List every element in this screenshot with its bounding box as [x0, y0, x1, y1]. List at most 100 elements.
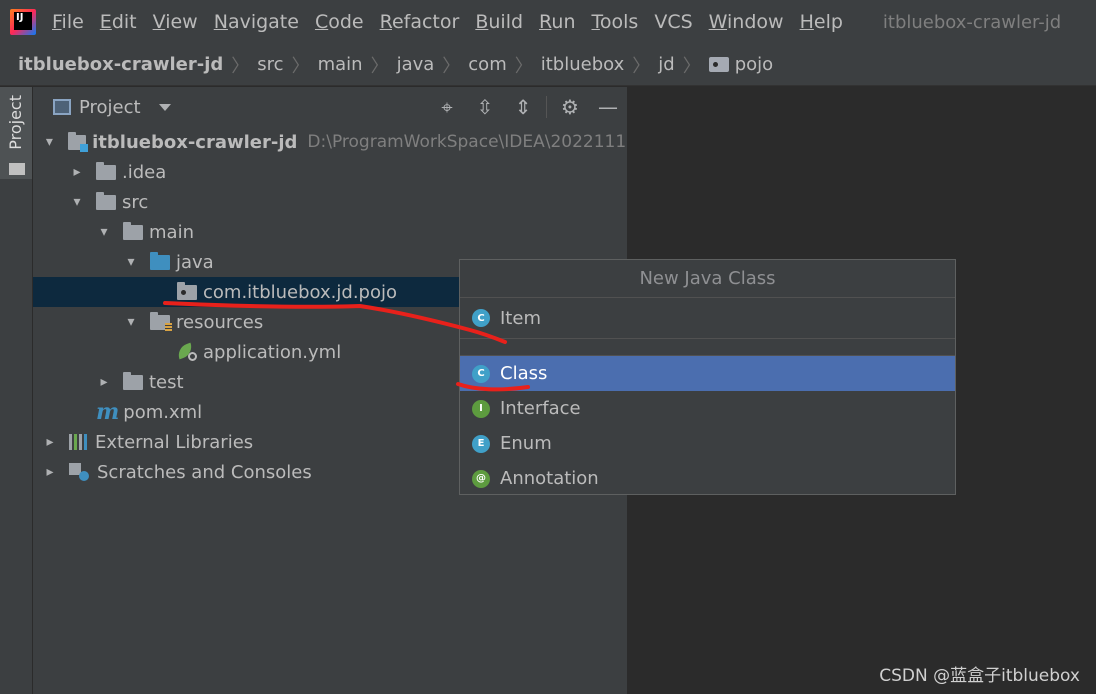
breadcrumb-separator-icon: 〉 [514, 55, 533, 77]
package-icon [708, 57, 729, 72]
chevron-down-icon[interactable] [158, 103, 171, 111]
tree-item-label: itbluebox-crawler-jd [92, 131, 298, 153]
tree-item-label: Scratches and Consoles [97, 461, 312, 483]
tree-item-label: application.yml [203, 341, 342, 363]
option-label: Interface [500, 398, 581, 419]
tool-window-strip: Project [0, 87, 33, 694]
tree-item-project-root[interactable]: ▾ itbluebox-crawler-jd D:\ProgramWorkSpa… [33, 127, 637, 157]
breadcrumb: itbluebox-crawler-jd 〉 src 〉 main 〉 java… [0, 44, 1096, 86]
expand-all-icon[interactable]: ⇳ [466, 95, 504, 119]
tree-item-label: src [122, 191, 149, 213]
folder-icon [123, 371, 143, 390]
option-label: Annotation [500, 468, 599, 489]
breadcrumb-item-jd[interactable]: jd [658, 54, 674, 75]
menu-edit[interactable]: Edit [100, 11, 137, 33]
locate-target-icon[interactable]: ⌖ [428, 95, 466, 119]
menu-help[interactable]: Help [800, 11, 843, 33]
menu-code[interactable]: Code [315, 11, 364, 33]
gear-icon[interactable]: ⚙ [551, 95, 589, 119]
menu-file[interactable]: File [52, 11, 84, 33]
tree-item-label: pom.xml [123, 401, 203, 423]
menu-window[interactable]: Window [709, 11, 784, 33]
collapse-all-icon[interactable]: ⇕ [504, 95, 542, 119]
chevron-right-icon[interactable]: ▸ [97, 374, 111, 390]
kind-option-class[interactable]: C Class [460, 356, 955, 391]
breadcrumb-separator-icon: 〉 [682, 55, 701, 77]
dialog-title: New Java Class [460, 260, 955, 298]
class-icon: C [472, 364, 490, 383]
folder-icon [96, 161, 116, 180]
folder-icon [9, 163, 25, 175]
breadcrumb-separator-icon: 〉 [291, 55, 310, 77]
window-title: itbluebox-crawler-jd [882, 11, 1062, 33]
folder-icon [123, 221, 143, 240]
menu-refactor[interactable]: Refactor [380, 11, 460, 33]
chevron-down-icon[interactable]: ▾ [70, 194, 84, 210]
libraries-icon [69, 434, 87, 450]
interface-icon: I [472, 399, 490, 418]
hide-panel-icon[interactable]: — [589, 95, 627, 119]
project-tool-tab[interactable]: Project [0, 87, 32, 179]
breadcrumb-item-java[interactable]: java [397, 54, 435, 75]
menu-bar: File Edit View Navigate Code Refactor Bu… [0, 0, 1096, 44]
tree-item-label: .idea [122, 161, 167, 183]
tree-item-main[interactable]: ▾ main [33, 217, 691, 247]
chevron-right-icon[interactable]: ▸ [43, 464, 57, 480]
menu-run[interactable]: Run [539, 11, 575, 33]
folder-icon [96, 191, 116, 210]
breadcrumb-item-src[interactable]: src [257, 54, 283, 75]
resources-folder-icon [150, 311, 172, 332]
tree-item-src[interactable]: ▾ src [33, 187, 664, 217]
kind-option-interface[interactable]: I Interface [460, 391, 955, 426]
class-name-input[interactable]: C Item [460, 298, 955, 339]
watermark: CSDN @蓝盒子itbluebox [879, 666, 1080, 686]
chevron-down-icon[interactable]: ▾ [43, 134, 56, 150]
maven-icon: m [96, 399, 120, 425]
breadcrumb-item-main[interactable]: main [318, 54, 363, 75]
enum-icon: E [472, 434, 490, 453]
toolbar-divider [546, 96, 547, 118]
scratches-icon [69, 463, 89, 481]
tree-item-label: test [149, 371, 184, 393]
project-tool-tab-label: Project [6, 95, 25, 150]
package-icon [177, 281, 197, 300]
module-folder-icon [67, 131, 89, 152]
breadcrumb-item-com[interactable]: com [468, 54, 506, 75]
breadcrumb-separator-icon: 〉 [632, 55, 651, 77]
menu-tools[interactable]: Tools [592, 11, 639, 33]
spring-config-icon [177, 343, 197, 361]
kind-option-annotation[interactable]: @ Annotation [460, 461, 955, 496]
breadcrumb-item-itbluebox[interactable]: itbluebox [541, 54, 625, 75]
breadcrumb-separator-icon: 〉 [442, 55, 461, 77]
dialog-divider [460, 339, 955, 356]
chevron-down-icon[interactable]: ▾ [124, 254, 138, 270]
project-panel-header: Project ⌖ ⇳ ⇕ ⚙ — [33, 87, 627, 127]
project-panel-title[interactable]: Project [79, 97, 141, 118]
breadcrumb-item-project[interactable]: itbluebox-crawler-jd [18, 54, 223, 75]
chevron-down-icon[interactable]: ▾ [97, 224, 111, 240]
menu-navigate[interactable]: Navigate [214, 11, 299, 33]
menu-vcs[interactable]: VCS [654, 11, 692, 33]
class-name-value: Item [500, 307, 541, 329]
menu-view[interactable]: View [153, 11, 198, 33]
project-path: D:\ProgramWorkSpace\IDEA\20221117 [307, 132, 637, 152]
tree-item-idea[interactable]: ▸ .idea [33, 157, 664, 187]
tree-item-label: resources [176, 311, 264, 333]
option-label: Enum [500, 433, 552, 454]
chevron-right-icon[interactable]: ▸ [70, 164, 84, 180]
project-view-icon [53, 99, 71, 115]
chevron-right-icon[interactable]: ▸ [43, 434, 57, 450]
class-icon: C [472, 309, 490, 327]
kind-option-enum[interactable]: E Enum [460, 426, 955, 461]
new-java-class-dialog: New Java Class C Item C Class I Interfac… [459, 259, 956, 495]
option-label: Class [500, 363, 548, 384]
menu-build[interactable]: Build [475, 11, 523, 33]
breadcrumb-item-pojo[interactable]: pojo [735, 54, 773, 75]
annotation-icon: @ [472, 469, 490, 488]
tree-item-label: main [149, 221, 194, 243]
intellij-logo-icon [10, 9, 36, 35]
breadcrumb-separator-icon: 〉 [231, 55, 250, 77]
tree-item-label: com.itbluebox.jd.pojo [203, 281, 397, 303]
chevron-down-icon[interactable]: ▾ [124, 314, 138, 330]
project-panel-actions: ⌖ ⇳ ⇕ ⚙ — [428, 87, 627, 127]
